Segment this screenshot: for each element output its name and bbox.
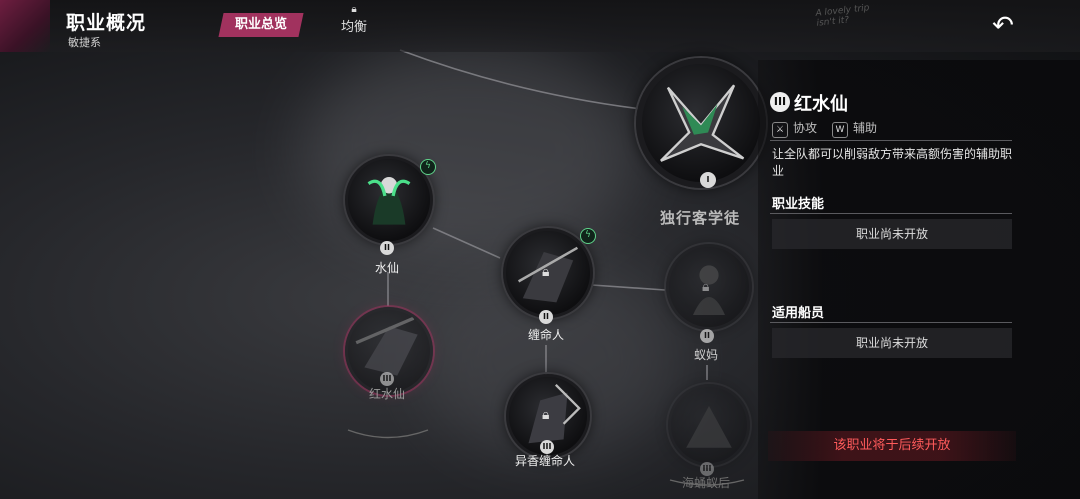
tag-assist-attack: ⚔ 协攻 xyxy=(772,119,817,138)
connector-root-top xyxy=(399,49,651,111)
skills-section-title: 职业技能 xyxy=(772,197,825,212)
node-chanmingren[interactable]: 🔒︎ xyxy=(503,228,593,318)
boost-bolt-icon: ϟ xyxy=(580,228,596,244)
root-node-name: 独行客学徒 xyxy=(660,209,741,227)
crew-section-title: 适用船员 xyxy=(772,306,825,321)
page-subtitle: 敏捷系 xyxy=(68,36,101,49)
rank-badge: II xyxy=(380,241,394,255)
rank-badge: III xyxy=(380,372,394,386)
top-bar xyxy=(0,0,1080,52)
node-label-hongshuixian: 红水仙 xyxy=(368,387,405,401)
back-arrow-icon[interactable]: ↶ xyxy=(986,10,1020,42)
lock-icon: 🔒︎ xyxy=(542,407,550,423)
lock-icon: 🔒︎ xyxy=(542,264,550,280)
shuixian-portrait xyxy=(367,177,411,225)
rank-badge: II xyxy=(539,310,553,324)
node-label-shuixian: 水仙 xyxy=(374,261,399,275)
rank-emblem-icon: III xyxy=(770,92,790,112)
boost-bolt-icon: ϟ xyxy=(420,159,436,175)
rank-badge: II xyxy=(700,329,714,343)
tag-label: 辅助 xyxy=(853,121,878,135)
root-rank-badge: I xyxy=(700,172,716,188)
tag-label: 协攻 xyxy=(793,121,818,135)
connector-shuixian-chanming xyxy=(432,227,501,259)
divider xyxy=(770,213,1012,214)
page-title: 职业概况 xyxy=(66,12,147,34)
node-label-chanmingren: 缠命人 xyxy=(527,328,564,342)
job-description: 让全队都可以削弱敌方带来高额伤害的辅助职业 xyxy=(772,147,1013,178)
connector-chanming-yima xyxy=(591,284,666,291)
support-icon: W xyxy=(832,122,848,138)
divider xyxy=(770,322,1012,323)
node-label-haiyong: 海蛹蚁后 xyxy=(681,476,730,490)
node-label-yima: 蚁妈 xyxy=(693,348,718,362)
corner-accent xyxy=(0,0,50,52)
lock-icon: 🔒︎ xyxy=(351,4,357,15)
tab-balance-label: 均衡 xyxy=(340,20,367,35)
footer-notice: 该职业将于后续开放 xyxy=(768,431,1016,461)
arc-hongshuixian-bottom xyxy=(347,429,429,439)
node-haiyongyihou[interactable] xyxy=(668,384,750,466)
tab-overview-label: 职业总览 xyxy=(234,17,287,32)
sword-icon: ⚔ xyxy=(772,122,788,138)
node-root[interactable] xyxy=(636,58,766,188)
divider xyxy=(770,140,1012,141)
tab-overview[interactable]: 职业总览 xyxy=(218,13,304,37)
tab-balance[interactable]: 🔒︎ 均衡 xyxy=(332,4,376,35)
tag-support: W 辅助 xyxy=(832,119,877,138)
node-yima[interactable]: 🔒︎ xyxy=(666,244,752,330)
haiyong-portrait xyxy=(686,406,732,448)
root-class-emblem xyxy=(660,84,745,162)
crew-slot: 职业尚未开放 xyxy=(772,328,1012,358)
lock-icon: 🔒︎ xyxy=(702,279,710,295)
job-title: 红水仙 xyxy=(794,94,848,115)
node-label-yixiang: 异香缠命人 xyxy=(514,454,575,468)
skills-slot: 职业尚未开放 xyxy=(772,219,1012,249)
